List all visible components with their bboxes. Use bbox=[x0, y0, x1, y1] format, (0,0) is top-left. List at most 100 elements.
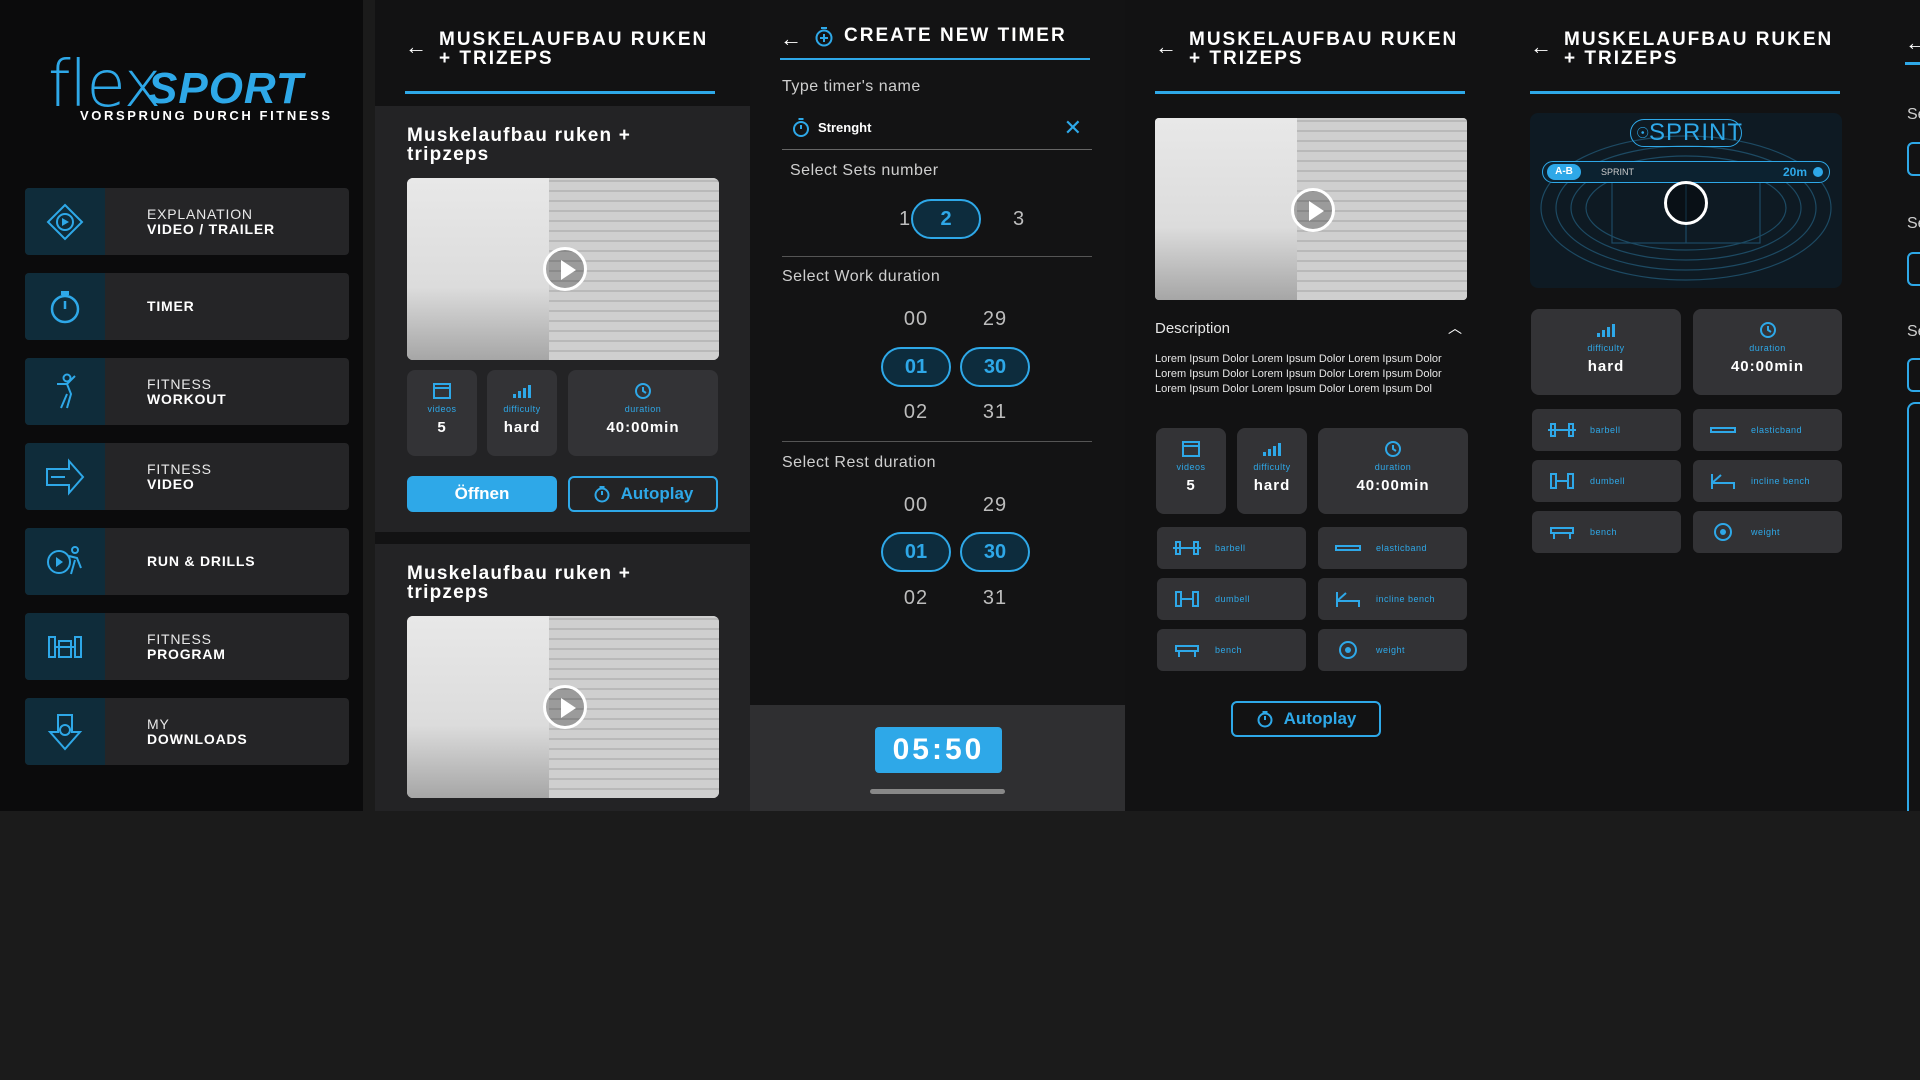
section-label: Se bbox=[1907, 215, 1920, 232]
dumbbell-icon bbox=[1550, 473, 1574, 489]
rest-minute-option[interactable]: 02 bbox=[896, 587, 936, 610]
screen-header: ← MUSKELAUFBAU RUKEN + TRIZEPS bbox=[1530, 30, 1840, 94]
menu-line2: VIDEO bbox=[147, 475, 195, 492]
workout-detail-screen: ← MUSKELAUFBAU RUKEN + TRIZEPS Descripti… bbox=[1125, 0, 1500, 811]
work-minute-option[interactable]: 00 bbox=[896, 308, 936, 331]
equipment-label: barbell bbox=[1590, 425, 1621, 435]
clear-icon[interactable]: ✕ bbox=[1064, 115, 1082, 141]
history-clock-icon bbox=[1318, 440, 1468, 458]
back-arrow-icon[interactable]: ← bbox=[1905, 30, 1920, 56]
elasticband-icon bbox=[1335, 545, 1361, 551]
menu-item-timer[interactable]: TIMER bbox=[25, 273, 349, 340]
equipment-label: weight bbox=[1376, 645, 1406, 655]
menu-line2: PROGRAM bbox=[147, 645, 226, 662]
sprint-distance-bar: A-B SPRINT 20m bbox=[1542, 161, 1830, 183]
rest-minute-selected[interactable]: 01 bbox=[881, 532, 951, 572]
stat-value: hard bbox=[1587, 358, 1625, 375]
equipment-bench: bench bbox=[1532, 511, 1681, 553]
work-second-option[interactable]: 31 bbox=[975, 401, 1015, 424]
menu-item-fitness-program[interactable]: FITNESS PROGRAM bbox=[25, 613, 349, 680]
equipment-label: incline bench bbox=[1376, 594, 1436, 604]
play-icon[interactable] bbox=[1664, 181, 1708, 225]
card-title: Muskelaufbau ruken + tripzeps bbox=[407, 125, 632, 165]
option-pill[interactable] bbox=[1907, 358, 1920, 392]
stat-label: videos bbox=[1176, 462, 1206, 472]
equipment-elasticband: elasticband bbox=[1693, 409, 1842, 451]
incline-bench-icon bbox=[1336, 592, 1360, 607]
total-time-button[interactable]: 05:50 bbox=[875, 727, 1002, 773]
video-frame-left bbox=[407, 178, 549, 360]
menu-item-fitness-workout[interactable]: FITNESS WORKOUT bbox=[25, 358, 349, 425]
menu-item-fitness-video[interactable]: FITNESS VIDEO bbox=[25, 443, 349, 510]
stat-difficulty: difficulty hard bbox=[1237, 428, 1307, 514]
clapperboard-icon bbox=[407, 382, 477, 400]
play-icon[interactable] bbox=[1291, 188, 1335, 232]
stat-value: 40:00min bbox=[1356, 477, 1430, 494]
back-arrow-icon[interactable]: ← bbox=[1530, 34, 1552, 60]
back-arrow-icon[interactable]: ← bbox=[1155, 34, 1177, 60]
menu-item-explanation-video[interactable]: EXPLANATION VIDEO / TRAILER bbox=[25, 188, 349, 255]
back-arrow-icon[interactable]: ← bbox=[780, 26, 802, 52]
work-second-option[interactable]: 29 bbox=[975, 308, 1015, 331]
open-button[interactable]: Öffnen bbox=[407, 476, 557, 512]
chevron-up-icon[interactable]: ︿ bbox=[1448, 318, 1462, 338]
menu-line2: TIMER bbox=[147, 298, 195, 314]
stat-duration: duration 40:00min bbox=[1318, 428, 1468, 514]
work-minute-option[interactable]: 02 bbox=[896, 401, 936, 424]
menu-line2: RUN & DRILLS bbox=[147, 553, 256, 569]
screen-header: ← MUSKELAUFBAU RUKEN + TRIZEPS bbox=[1155, 30, 1465, 94]
video-thumbnail[interactable] bbox=[407, 616, 719, 798]
compass-play-icon bbox=[25, 188, 105, 255]
page-title: CREATE NEW TIMER bbox=[844, 25, 1067, 46]
sets-option[interactable]: 3 bbox=[999, 208, 1039, 231]
workout-person-icon bbox=[25, 358, 105, 425]
rest-second-selected[interactable]: 30 bbox=[960, 532, 1030, 572]
back-arrow-icon[interactable]: ← bbox=[405, 34, 427, 60]
stat-label: difficulty bbox=[1253, 462, 1291, 472]
divider bbox=[782, 441, 1092, 442]
rest-minute-option[interactable]: 00 bbox=[896, 494, 936, 517]
work-minute-selected[interactable]: 01 bbox=[881, 347, 951, 387]
screen-header: ← CREATE NEW TIMER bbox=[780, 26, 1090, 60]
play-icon[interactable] bbox=[543, 685, 587, 729]
option-pill[interactable] bbox=[1907, 142, 1920, 176]
video-thumbnail[interactable] bbox=[407, 178, 719, 360]
menu-line1: FITNESS bbox=[147, 630, 212, 647]
equipment-label: dumbell bbox=[1215, 594, 1251, 604]
play-icon[interactable] bbox=[543, 247, 587, 291]
program-dumbbell-icon bbox=[25, 613, 105, 680]
stat-value: 40:00min bbox=[1730, 358, 1805, 375]
info-icon bbox=[1813, 167, 1823, 177]
menu-item-my-downloads[interactable]: MY DOWNLOADS bbox=[25, 698, 349, 765]
timer-name-value: Strenght bbox=[818, 120, 872, 135]
autoplay-button[interactable]: Autoplay bbox=[568, 476, 718, 512]
workout-card: Muskelaufbau ruken + tripzeps bbox=[375, 544, 750, 811]
workout-list-screen: ← MUSKELAUFBAU RUKEN + TRIZEPS Muskelauf… bbox=[375, 0, 750, 811]
rest-duration-label: Select Rest duration bbox=[782, 454, 937, 471]
work-second-selected[interactable]: 30 bbox=[960, 347, 1030, 387]
rest-second-option[interactable]: 31 bbox=[975, 587, 1015, 610]
timer-name-field[interactable]: Strenght ✕ bbox=[782, 112, 1092, 150]
sprint-banner[interactable]: SPRINT ☉ A-B SPRINT 20m bbox=[1530, 113, 1842, 288]
autoplay-button[interactable]: Autoplay bbox=[1231, 701, 1381, 737]
video-frame-left bbox=[1155, 118, 1297, 300]
flexsport-logo: flex SPORT VORSPRUNG DURCH FITNESS bbox=[48, 48, 338, 128]
description-body: Lorem Ipsum Dolor Lorem Ipsum Dolor Lore… bbox=[1155, 353, 1442, 395]
sets-option-selected[interactable]: 2 bbox=[911, 199, 981, 239]
workout-card: Muskelaufbau ruken + tripzeps videos 5 d… bbox=[375, 106, 750, 532]
equipment-label: elasticband bbox=[1376, 543, 1428, 553]
equipment-barbell: barbell bbox=[1157, 527, 1306, 569]
option-pill[interactable] bbox=[1907, 252, 1920, 286]
video-frame-left bbox=[407, 616, 549, 798]
history-clock-icon bbox=[1693, 321, 1842, 339]
bench-icon bbox=[1175, 645, 1199, 657]
equipment-barbell: barbell bbox=[1532, 409, 1681, 451]
header-underline bbox=[1905, 62, 1920, 65]
rest-second-option[interactable]: 29 bbox=[975, 494, 1015, 517]
menu-item-run-drills[interactable]: RUN & DRILLS bbox=[25, 528, 349, 595]
stat-difficulty: difficulty hard bbox=[1531, 309, 1681, 395]
video-thumbnail[interactable] bbox=[1155, 118, 1467, 300]
equipment-incline-bench: incline bench bbox=[1693, 460, 1842, 502]
card-title: Muskelaufbau ruken + tripzeps bbox=[407, 563, 632, 603]
dumbbell-icon bbox=[1175, 591, 1199, 607]
